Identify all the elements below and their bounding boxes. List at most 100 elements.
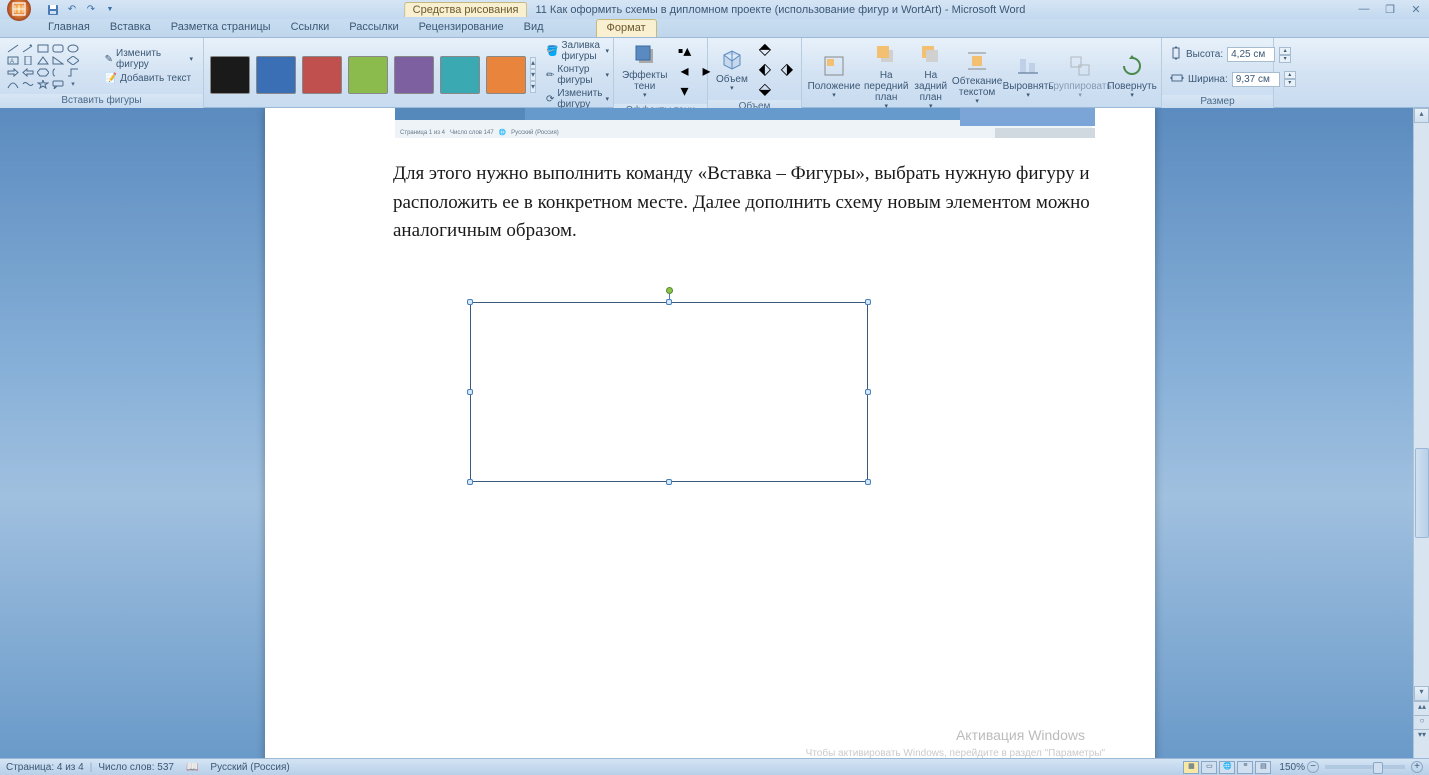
tab-home[interactable]: Главная xyxy=(38,19,100,37)
vertical-scrollbar[interactable]: ▴ ▴▴ ○ ▾▾ ▾ xyxy=(1413,108,1429,758)
shape-star-icon[interactable] xyxy=(36,79,50,90)
tab-review[interactable]: Рецензирование xyxy=(409,19,514,37)
height-input[interactable]: 4,25 см xyxy=(1227,47,1275,62)
resize-handle-bl[interactable] xyxy=(467,479,473,485)
shape-curve-icon[interactable] xyxy=(6,79,20,90)
gallery-up-icon[interactable]: ▴ xyxy=(530,57,536,69)
shape-freeform-icon[interactable] xyxy=(21,79,35,90)
shape-textbox-icon[interactable]: A xyxy=(6,55,20,66)
resize-handle-tm[interactable] xyxy=(666,299,672,305)
qat-dropdown-icon[interactable]: ▼ xyxy=(102,2,118,18)
gallery-more-icon[interactable]: ▾ xyxy=(530,81,536,93)
width-up-icon[interactable]: ▴ xyxy=(1284,71,1296,79)
style-swatch-4[interactable] xyxy=(394,56,434,94)
zoom-out-icon[interactable]: − xyxy=(1307,761,1319,773)
shape-line-icon[interactable] xyxy=(6,43,20,54)
3d-effects-button[interactable]: Объем▾ xyxy=(714,44,750,95)
shape-rarrow-icon[interactable] xyxy=(6,67,20,78)
document-workspace[interactable]: Страница 1 из 4 Число слов 147 🌐 Русский… xyxy=(0,108,1429,758)
shapes-gallery[interactable]: A ▾ xyxy=(6,43,95,90)
minimize-button[interactable]: — xyxy=(1355,2,1373,16)
send-back-button[interactable]: На задний план▾ xyxy=(912,40,949,113)
bring-front-button[interactable]: На передний план▾ xyxy=(862,40,910,113)
resize-handle-tr[interactable] xyxy=(865,299,871,305)
nudge-up-icon[interactable]: ▪▴ xyxy=(673,42,695,60)
scroll-up-icon[interactable]: ▴ xyxy=(1414,108,1429,123)
rotation-handle[interactable] xyxy=(666,287,673,294)
style-swatch-3[interactable] xyxy=(348,56,388,94)
nudge-left-icon[interactable]: ◂ xyxy=(673,62,695,80)
add-text-button[interactable]: 📝Добавить текст xyxy=(101,72,197,85)
align-button[interactable]: Выровнять▾ xyxy=(1005,51,1051,102)
word-count[interactable]: Число слов: 537 xyxy=(98,762,174,773)
tab-mailings[interactable]: Рассылки xyxy=(339,19,408,37)
tab-view[interactable]: Вид xyxy=(514,19,554,37)
style-swatch-0[interactable] xyxy=(210,56,250,94)
save-icon[interactable] xyxy=(45,2,61,18)
redo-icon[interactable]: ↷ xyxy=(83,2,99,18)
scroll-down-icon[interactable]: ▾ xyxy=(1414,686,1429,701)
tab-format[interactable]: Формат xyxy=(596,19,657,37)
resize-handle-bm[interactable] xyxy=(666,479,672,485)
style-gallery[interactable] xyxy=(210,56,526,94)
shape-callout-icon[interactable] xyxy=(51,79,65,90)
shape-larrow-icon[interactable] xyxy=(21,67,35,78)
body-paragraph[interactable]: Для этого нужно выполнить команду «Встав… xyxy=(393,160,1093,246)
shape-arrow-icon[interactable] xyxy=(21,43,35,54)
tilt-left-icon[interactable]: ⬖ xyxy=(754,60,776,78)
text-wrap-button[interactable]: Обтекание текстом▾ xyxy=(951,46,1003,108)
change-shape-button[interactable]: ⟳Изменить фигуру▾ xyxy=(546,88,609,110)
width-input[interactable]: 9,37 см xyxy=(1232,72,1280,87)
shape-rtriangle-icon[interactable] xyxy=(51,55,65,66)
position-button[interactable]: Положение▾ xyxy=(808,51,860,102)
zoom-in-icon[interactable]: + xyxy=(1411,761,1423,773)
shape-outline-button[interactable]: ✏Контур фигуры▾ xyxy=(546,64,609,86)
zoom-slider[interactable] xyxy=(1325,765,1405,769)
zoom-level[interactable]: 150% xyxy=(1279,762,1305,773)
height-down-icon[interactable]: ▾ xyxy=(1279,55,1291,63)
edit-shape-button[interactable]: ✎Изменить фигуру▾ xyxy=(101,47,197,71)
tilt-right-icon[interactable]: ⬗ xyxy=(776,60,798,78)
resize-handle-mr[interactable] xyxy=(865,389,871,395)
resize-handle-tl[interactable] xyxy=(467,299,473,305)
style-swatch-6[interactable] xyxy=(486,56,526,94)
fullscreen-view-icon[interactable]: ▭ xyxy=(1201,761,1217,774)
language-status[interactable]: Русский (Россия) xyxy=(210,762,289,773)
rotate-button[interactable]: Повернуть▾ xyxy=(1109,51,1155,102)
print-layout-view-icon[interactable]: ▦ xyxy=(1183,761,1199,774)
tab-insert[interactable]: Вставка xyxy=(100,19,161,37)
selected-rectangle-shape[interactable] xyxy=(470,302,868,482)
shape-rect-icon[interactable] xyxy=(36,43,50,54)
tilt-up-icon[interactable]: ⬘ xyxy=(754,40,776,58)
nudge-down-icon[interactable]: ▾ xyxy=(673,82,695,100)
width-down-icon[interactable]: ▾ xyxy=(1284,79,1296,87)
style-swatch-5[interactable] xyxy=(440,56,480,94)
shape-oval-icon[interactable] xyxy=(66,43,80,54)
draft-view-icon[interactable]: ▤ xyxy=(1255,761,1271,774)
maximize-button[interactable]: ❐ xyxy=(1381,2,1399,16)
undo-icon[interactable]: ↶ xyxy=(64,2,80,18)
shape-diamond-icon[interactable] xyxy=(66,55,80,66)
gallery-down-icon[interactable]: ▾ xyxy=(530,69,536,81)
height-up-icon[interactable]: ▴ xyxy=(1279,47,1291,55)
shadow-effects-button[interactable]: Эффекты тени▾ xyxy=(620,40,669,102)
shape-roundrect-icon[interactable] xyxy=(51,43,65,54)
shape-brace-icon[interactable] xyxy=(51,67,65,78)
document-page[interactable]: Страница 1 из 4 Число слов 147 🌐 Русский… xyxy=(265,108,1155,758)
resize-handle-br[interactable] xyxy=(865,479,871,485)
shape-connector-icon[interactable] xyxy=(66,67,80,78)
shape-more-icon[interactable]: ▾ xyxy=(66,79,80,90)
shape-triangle-icon[interactable] xyxy=(36,55,50,66)
shape-hexagon-icon[interactable] xyxy=(36,67,50,78)
tab-references[interactable]: Ссылки xyxy=(281,19,340,37)
next-page-icon[interactable]: ▾▾ xyxy=(1414,729,1429,743)
outline-view-icon[interactable]: ≡ xyxy=(1237,761,1253,774)
style-swatch-1[interactable] xyxy=(256,56,296,94)
close-button[interactable]: ✕ xyxy=(1407,2,1425,16)
style-swatch-2[interactable] xyxy=(302,56,342,94)
proofing-icon[interactable]: 📖 xyxy=(186,762,198,773)
scroll-thumb[interactable] xyxy=(1415,448,1429,538)
shape-vtext-icon[interactable] xyxy=(21,55,35,66)
tab-page-layout[interactable]: Разметка страницы xyxy=(161,19,281,37)
resize-handle-ml[interactable] xyxy=(467,389,473,395)
